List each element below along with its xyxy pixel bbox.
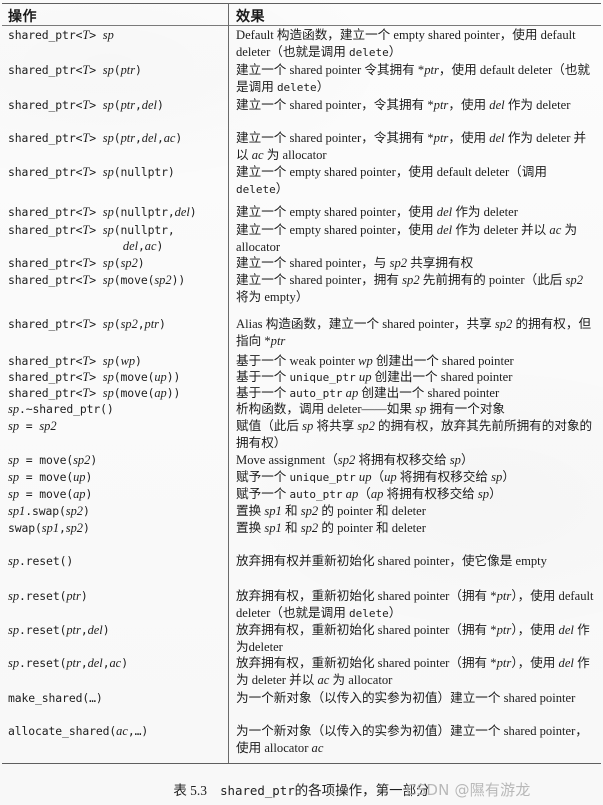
table-row: allocate_shared(ac,…) 为一个新对象（以传入的实参为初值）建立… xyxy=(0,723,603,755)
table-row: sp.~shared_ptr() 析构函数，调用 deleter——如果 sp 拥… xyxy=(0,401,603,416)
cell-effect: 析构函数，调用 deleter——如果 sp 拥有一个对象 xyxy=(236,402,506,416)
scanned-page: 操作 效果 shared_ptr<T> sp Default 构造函数，建立一个 … xyxy=(0,0,603,805)
table-row: shared_ptr<T> sp(ptr) 建立一个 shared pointer… xyxy=(0,62,603,95)
cell-operation: shared_ptr<T> sp(wp) xyxy=(8,354,142,368)
csdn-watermark: CSDN @隰有游龙 xyxy=(406,781,531,799)
table-row: sp = sp2 赋值（此后 sp 将共享 sp2 的拥有权，放弃其先前所拥有的对… xyxy=(0,418,603,450)
table-row: shared_ptr<T> sp(ptr,del,ac) 建立一个 shared … xyxy=(0,130,603,162)
cell-effect: 为一个新对象（以传入的实参为初值）建立一个 shared pointer xyxy=(236,691,576,705)
cell-effect: 为一个新对象（以传入的实参为初值）建立一个 shared pointer，使用 … xyxy=(236,724,588,755)
table-row: sp1.swap(sp2) 置换 sp1 和 sp2 的 pointer 和 de… xyxy=(0,503,603,518)
cell-operation: shared_ptr<T> sp(ptr) xyxy=(8,63,142,77)
cell-operation: shared_ptr<T> sp(ptr,del,ac) xyxy=(8,131,183,145)
cell-operation: shared_ptr<T> sp xyxy=(8,28,114,42)
cell-effect: 建立一个 shared pointer，与 sp2 共享拥有权 xyxy=(236,256,474,270)
table-row: sp.reset(ptr,del,ac) 放弃拥有权，重新初始化 shared p… xyxy=(0,655,603,688)
cell-effect: 放弃拥有权并重新初始化 shared pointer，使它像是 empty xyxy=(236,554,547,568)
table-row: sp = move(sp2) Move assignment（sp2 将拥有权移交… xyxy=(0,452,603,467)
cell-effect: Default 构造函数，建立一个 empty shared pointer，使… xyxy=(236,28,576,59)
table-row: shared_ptr<T> sp(move(ap)) 基于一个 auto_ptr … xyxy=(0,385,603,400)
cell-effect: 建立一个 shared pointer，令其拥有 *ptr，使用 del 作为 … xyxy=(236,131,587,162)
cell-effect: 放弃拥有权，重新初始化 shared pointer（拥有 *ptr），使用 d… xyxy=(236,656,590,687)
cell-operation: shared_ptr<T> sp(move(ap)) xyxy=(8,386,181,400)
cell-operation: shared_ptr<T> sp(ptr,del) xyxy=(8,98,164,112)
cell-operation: sp = move(up) xyxy=(8,470,93,484)
table-header-rule xyxy=(2,25,601,26)
cell-operation: swap(sp1,sp2) xyxy=(8,521,90,535)
cell-operation: shared_ptr<T> sp(move(up)) xyxy=(8,370,181,384)
cell-operation: sp = move(ap) xyxy=(8,487,93,501)
table-row: shared_ptr<T> sp(nullptr) 建立一个 empty shar… xyxy=(0,164,603,202)
cell-effect: Alias 构造函数，建立一个 shared pointer，共享 sp2 的拥… xyxy=(236,317,592,348)
table-row: shared_ptr<T> sp(move(up)) 基于一个 unique_pt… xyxy=(0,369,603,384)
cell-operation: sp = sp2 xyxy=(8,419,57,433)
table-row: sp.reset() 放弃拥有权并重新初始化 shared pointer，使它像… xyxy=(0,553,603,586)
cell-operation: sp = move(sp2) xyxy=(8,453,98,467)
cell-effect: 基于一个 unique_ptr up 创建出一个 shared pointer xyxy=(236,370,513,384)
cell-effect: Move assignment（sp2 将拥有权移交给 sp） xyxy=(236,453,474,467)
table-row: shared_ptr<T> sp(sp2) 建立一个 shared pointer… xyxy=(0,255,603,270)
cell-operation: sp.reset(ptr,del,ac) xyxy=(8,656,128,670)
table-header-row: 操作 效果 xyxy=(0,0,603,25)
table-row: sp = move(up) 赋予一个 unique_ptr up（up 将拥有权移… xyxy=(0,469,603,484)
cell-effect: 置换 sp1 和 sp2 的 pointer 和 deleter xyxy=(236,521,426,535)
table-row: sp.reset(ptr) 放弃拥有权，重新初始化 shared pointer（… xyxy=(0,588,603,620)
caption-code: shared_ptr xyxy=(220,783,295,798)
table-row: shared_ptr<T> sp(sp2,ptr) Alias 构造函数，建立一个… xyxy=(0,316,603,351)
cell-operation: shared_ptr<T> sp(nullptr) xyxy=(8,165,175,179)
cell-operation: shared_ptr<T> sp(move(sp2)) xyxy=(8,273,186,287)
cell-operation: shared_ptr<T> sp(sp2) xyxy=(8,256,145,270)
column-header-operation: 操作 xyxy=(8,9,37,25)
table-row: shared_ptr<T> sp(nullptr, del,ac) 建立一个 em… xyxy=(0,222,603,254)
cell-operation: sp.reset(ptr) xyxy=(8,589,88,603)
cell-effect: 赋予一个 unique_ptr up（up 将拥有权移交给 sp） xyxy=(236,470,515,484)
table-row: shared_ptr<T> sp(move(sp2)) 建立一个 shared p… xyxy=(0,272,603,314)
cell-effect: 建立一个 shared pointer，拥有 sp2 先前拥有的 pointer… xyxy=(236,273,584,304)
table-row: swap(sp1,sp2) 置换 sp1 和 sp2 的 pointer 和 de… xyxy=(0,520,603,551)
table-row: sp = move(ap) 赋予一个 auto_ptr ap（ap 将拥有权移交给… xyxy=(0,486,603,501)
cell-effect: 放弃拥有权，重新初始化 shared pointer（拥有 *ptr），使用 d… xyxy=(236,623,590,654)
cell-operation: sp.~shared_ptr() xyxy=(8,402,114,416)
table-row: sp.reset(ptr,del) 放弃拥有权，重新初始化 shared poin… xyxy=(0,622,603,654)
cell-effect: 置换 sp1 和 sp2 的 pointer 和 deleter xyxy=(236,504,426,518)
cell-effect: 赋值（此后 sp 将共享 sp2 的拥有权，放弃其先前所拥有的对象的拥有权） xyxy=(236,419,593,450)
cell-operation: shared_ptr<T> sp(nullptr,del) xyxy=(8,205,197,219)
shared-ptr-operations-table: 操作 效果 shared_ptr<T> sp Default 构造函数，建立一个 … xyxy=(0,0,603,764)
table-row: shared_ptr<T> sp(nullptr,del) 建立一个 empty … xyxy=(0,204,603,220)
cell-effect: 放弃拥有权，重新初始化 shared pointer（拥有 *ptr），使用 d… xyxy=(236,589,594,620)
cell-operation: make_shared(…) xyxy=(8,691,103,705)
table-bottom-rule xyxy=(2,763,601,764)
cell-operation: sp1.swap(sp2) xyxy=(8,504,90,518)
cell-effect: 建立一个 shared pointer，令其拥有 *ptr，使用 del 作为 … xyxy=(236,98,571,112)
cell-operation: shared_ptr<T> sp(nullptr, del,ac) xyxy=(8,223,175,253)
table-row: shared_ptr<T> sp Default 构造函数，建立一个 empty … xyxy=(0,27,603,60)
cell-effect: 建立一个 shared pointer 令其拥有 *ptr，使用 default… xyxy=(236,63,590,94)
table-row: shared_ptr<T> sp(ptr,del) 建立一个 shared poi… xyxy=(0,97,603,128)
cell-operation: sp.reset(ptr,del) xyxy=(8,623,110,637)
caption-number: 表 5.3 xyxy=(173,783,208,798)
cell-operation: sp.reset() xyxy=(8,554,74,568)
cell-effect: 建立一个 empty shared pointer，使用 default del… xyxy=(236,165,547,196)
cell-operation: shared_ptr<T> sp(sp2,ptr) xyxy=(8,317,166,331)
cell-effect: 基于一个 auto_ptr ap 创建出一个 shared pointer xyxy=(236,386,500,400)
cell-effect: 建立一个 empty shared pointer，使用 del 作为 dele… xyxy=(236,223,578,254)
cell-effect: 建立一个 empty shared pointer，使用 del 作为 dele… xyxy=(236,205,518,219)
cell-operation: allocate_shared(ac,…) xyxy=(8,724,149,738)
table-row: shared_ptr<T> sp(wp) 基于一个 weak pointer wp… xyxy=(0,353,603,368)
cell-effect: 基于一个 weak pointer wp 创建出一个 shared pointe… xyxy=(236,354,514,368)
cell-effect: 赋予一个 auto_ptr ap（ap 将拥有权移交给 sp） xyxy=(236,487,502,501)
table-row: make_shared(…) 为一个新对象（以传入的实参为初值）建立一个 shar… xyxy=(0,690,603,721)
column-header-effect: 效果 xyxy=(236,9,265,25)
